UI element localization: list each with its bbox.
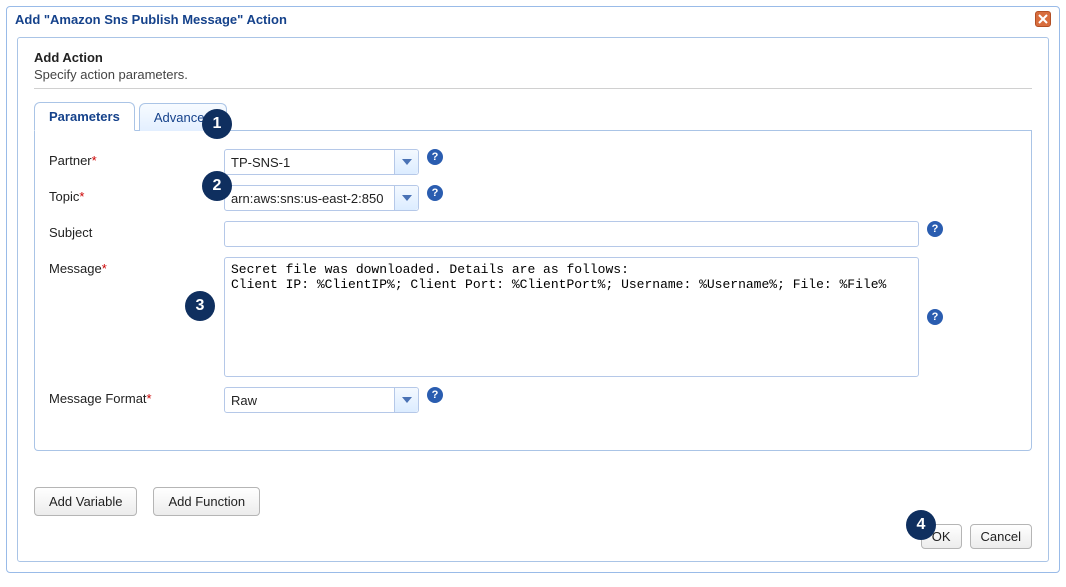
dialog-footer: 4 OK Cancel xyxy=(34,524,1032,549)
required-marker: * xyxy=(102,261,107,276)
tab-panel-parameters: Partner* ? Topic* xyxy=(34,131,1032,451)
row-message: Message* ? xyxy=(49,257,1017,377)
partner-select-wrap xyxy=(224,149,419,175)
tab-bar: Parameters Advanced xyxy=(34,101,1032,131)
footer-buttons: Add Variable Add Function xyxy=(34,487,1032,516)
titlebar: Add "Amazon Sns Publish Message" Action xyxy=(7,7,1059,31)
row-format: Message Format* ? xyxy=(49,387,1017,413)
format-select[interactable] xyxy=(224,387,419,413)
cancel-button[interactable]: Cancel xyxy=(970,524,1032,549)
ok-button[interactable]: OK xyxy=(921,524,962,549)
close-button[interactable] xyxy=(1035,11,1051,27)
label-partner-text: Partner xyxy=(49,153,92,168)
row-partner: Partner* ? xyxy=(49,149,1017,175)
divider xyxy=(34,88,1032,89)
dialog-body: Add Action Specify action parameters. Pa… xyxy=(7,31,1059,572)
inner-panel: Add Action Specify action parameters. Pa… xyxy=(17,37,1049,562)
row-topic: Topic* ? xyxy=(49,185,1017,211)
section-title: Add Action xyxy=(34,50,1032,65)
subject-wrap xyxy=(224,221,919,247)
help-icon[interactable]: ? xyxy=(427,185,443,201)
row-subject: Subject ? xyxy=(49,221,1017,247)
section-subtitle: Specify action parameters. xyxy=(34,67,1032,82)
topic-select-wrap xyxy=(224,185,419,211)
help-icon[interactable]: ? xyxy=(427,387,443,403)
partner-select[interactable] xyxy=(224,149,419,175)
message-wrap xyxy=(224,257,919,377)
required-marker: * xyxy=(92,153,97,168)
label-format: Message Format* xyxy=(49,387,224,406)
help-icon[interactable]: ? xyxy=(927,221,943,237)
label-message-text: Message xyxy=(49,261,102,276)
dialog-title: Add "Amazon Sns Publish Message" Action xyxy=(15,12,287,27)
topic-select[interactable] xyxy=(224,185,419,211)
dialog: Add "Amazon Sns Publish Message" Action … xyxy=(6,6,1060,573)
help-icon[interactable]: ? xyxy=(427,149,443,165)
subject-input[interactable] xyxy=(224,221,919,247)
message-textarea[interactable] xyxy=(224,257,919,377)
close-icon xyxy=(1038,14,1048,24)
required-marker: * xyxy=(79,189,84,204)
tab-parameters[interactable]: Parameters xyxy=(34,102,135,131)
label-subject: Subject xyxy=(49,221,224,240)
help-icon[interactable]: ? xyxy=(927,309,943,325)
add-function-button[interactable]: Add Function xyxy=(153,487,260,516)
format-select-wrap xyxy=(224,387,419,413)
tab-advanced[interactable]: Advanced xyxy=(139,103,227,131)
label-format-text: Message Format xyxy=(49,391,147,406)
label-message: Message* xyxy=(49,257,224,276)
add-variable-button[interactable]: Add Variable xyxy=(34,487,137,516)
label-partner: Partner* xyxy=(49,149,224,168)
required-marker: * xyxy=(147,391,152,406)
label-topic: Topic* xyxy=(49,185,224,204)
label-topic-text: Topic xyxy=(49,189,79,204)
